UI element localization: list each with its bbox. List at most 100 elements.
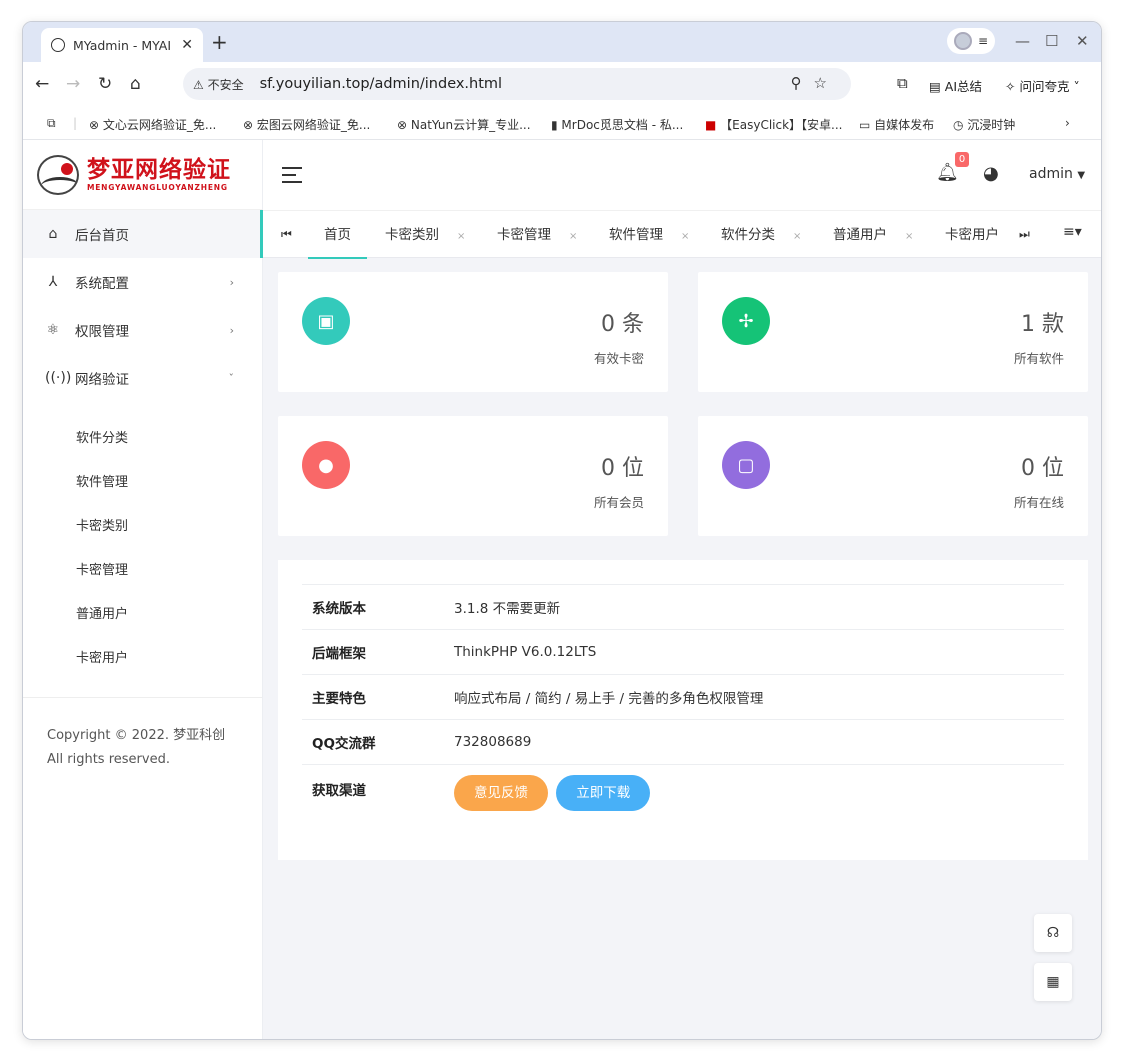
extensions-icon[interactable]: ⧉ (897, 74, 908, 92)
sidebar-subitem-label: 普通用户 (76, 606, 129, 622)
tab-close-icon[interactable]: × (681, 231, 689, 242)
ai-summary-button[interactable]: ▤ AI总结 (929, 76, 982, 95)
sidebar-item-network-verify[interactable]: ((·)) 网络验证 ˇ (23, 354, 262, 402)
info-key: QQ交流群 (312, 736, 376, 752)
new-tab-button[interactable]: + (211, 30, 228, 54)
qrcode-icon[interactable]: ▦ (1034, 963, 1072, 1001)
tab-home[interactable]: 首页 (308, 211, 367, 259)
copyright-text: Copyright © 2022. 梦亚科创 All rights reserv… (23, 697, 262, 772)
tab-software-category[interactable]: 软件分类 × (721, 211, 801, 259)
insecure-badge[interactable]: ⚠ 不安全 (193, 76, 244, 93)
tab-label: 卡密类别 (385, 227, 439, 243)
favicon-icon (51, 38, 65, 52)
stat-label: 所有软件 (1013, 351, 1064, 366)
tabs-menu-icon[interactable]: ≡▾ (1063, 224, 1082, 240)
stat-value: 0 条 (601, 312, 644, 337)
tools-icon: ⅄ (48, 274, 58, 290)
tab-label: 卡密管理 (497, 227, 551, 243)
ai-summary-label: AI总结 (944, 79, 983, 94)
url-text: sf.youyilian.top/admin/index.html (259, 76, 503, 92)
sidebar-subitem-software-category[interactable]: 软件分类 (23, 414, 262, 458)
info-value: 3.1.8 不需要更新 (454, 601, 561, 617)
bookmarks-bar: ⧉ | ⊗ 文心云网络验证_免... ⊗ 宏图云网络验证_免... ⊗ NatY… (23, 106, 1101, 140)
info-key: 获取渠道 (312, 783, 366, 799)
info-value: 732808689 (454, 734, 532, 750)
bookmark-item[interactable]: ■ 【EasyClick】【安卓... (705, 116, 843, 133)
headset-icon[interactable]: ☊ (1034, 914, 1072, 952)
sidebar-item-home[interactable]: ⌂ 后台首页 (23, 210, 263, 258)
tab-close-icon[interactable]: × (569, 231, 577, 242)
sidebar-subitem-card-category[interactable]: 卡密类别 (23, 502, 262, 546)
home-browser-icon[interactable]: ⌂ (130, 74, 141, 94)
feedback-button[interactable]: 意见反馈 (454, 775, 548, 811)
tab-search-icon[interactable]: ⧉ (47, 116, 56, 131)
sidebar-subitem-label: 卡密类别 (76, 518, 129, 534)
bookmark-label: 宏图云网络验证_免... (256, 118, 371, 132)
download-button[interactable]: 立即下载 (556, 775, 651, 811)
home-icon: ⌂ (48, 226, 58, 242)
tab-card-manage[interactable]: 卡密管理 × (497, 211, 577, 259)
username: admin (1029, 166, 1073, 182)
bookmark-label: 【EasyClick】【安卓... (720, 118, 843, 132)
signal-icon: ((·)) (45, 370, 72, 386)
bookmark-item[interactable]: ⊗ NatYun云计算_专业... (397, 116, 531, 133)
sidebar-item-label: 系统配置 (75, 276, 129, 292)
url-action-icons[interactable]: ⚲☆ (791, 74, 839, 92)
tab-normal-users[interactable]: 普通用户 × (833, 211, 913, 259)
channel-buttons: 意见反馈 立即下载 (454, 775, 654, 811)
tab-card-users[interactable]: 卡密用户 (945, 211, 999, 259)
info-key: 主要特色 (312, 691, 366, 707)
minimize-icon[interactable]: — (1015, 32, 1030, 50)
pinwheel-icon: ✢ (722, 297, 770, 345)
bookmark-item[interactable]: ◷ 沉浸时钟 (953, 116, 1015, 133)
sidebar-subitem-normal-users[interactable]: 普通用户 (23, 590, 262, 634)
info-value: ThinkPHP V6.0.12LTS (454, 644, 597, 660)
bookmarks-divider: | (73, 116, 78, 130)
info-key: 后端框架 (312, 646, 366, 662)
url-field[interactable]: ⚠ 不安全 sf.youyilian.top/admin/index.html … (183, 68, 851, 100)
tab-close-icon[interactable]: × (793, 231, 801, 242)
tab-close-icon[interactable]: × (457, 231, 465, 242)
permission-icon: ⚛ (46, 322, 60, 338)
tab-software-manage[interactable]: 软件管理 × (609, 211, 689, 259)
bookmark-item[interactable]: ▮ MrDoc觅思文档 - 私... (551, 116, 683, 133)
menu-lines-icon: ≡ (977, 34, 989, 48)
close-tab-icon[interactable]: ✕ (181, 37, 193, 53)
info-value: 响应式布局 / 简约 / 易上手 / 完善的多角色权限管理 (454, 691, 764, 707)
reload-icon[interactable]: ↻ (98, 74, 112, 94)
tab-card-category[interactable]: 卡密类别 × (385, 211, 465, 259)
user-menu[interactable]: admin ▼ (1029, 166, 1085, 182)
ask-button[interactable]: ✧ 问问夸克 ˅ (1005, 76, 1080, 95)
tab-close-icon[interactable]: × (905, 231, 913, 242)
avatar-icon (953, 32, 972, 50)
tabs-last-icon[interactable]: ⏭ (1019, 227, 1030, 242)
bookmark-label: 自媒体发布 (874, 118, 935, 132)
maximize-icon[interactable]: ☐ (1045, 32, 1058, 50)
bookmarks-more-icon[interactable]: › (1065, 116, 1070, 130)
browser-tab[interactable]: MYadmin - MYAI ✕ (41, 28, 203, 62)
sidebar-item-label: 权限管理 (75, 324, 129, 340)
site-logo[interactable]: 梦亚网络验证 MENGYAWANGLUOYANZHENG (23, 140, 262, 210)
stat-card-all-online: ▢ 0 位 所有在线 (698, 416, 1088, 536)
info-row: 获取渠道 意见反馈 立即下载 (302, 764, 1064, 818)
bookmark-folder[interactable]: ▭ 自媒体发布 (859, 116, 934, 133)
sidebar-subitem-card-manage[interactable]: 卡密管理 (23, 546, 262, 590)
palette-icon[interactable]: ◕ (983, 163, 999, 184)
admin-page: 梦亚网络验证 MENGYAWANGLUOYANZHENG ⌂ 后台首页 ⅄ 系统… (23, 140, 1101, 1039)
logo-emblem-icon (37, 154, 79, 195)
bookmark-item[interactable]: ⊗ 文心云网络验证_免... (89, 116, 216, 133)
close-window-icon[interactable]: ✕ (1076, 32, 1089, 50)
sidebar-subitem-software-manage[interactable]: 软件管理 (23, 458, 262, 502)
info-row: 主要特色 响应式布局 / 简约 / 易上手 / 完善的多角色权限管理 (302, 674, 1064, 719)
sidebar-subitem-card-users[interactable]: 卡密用户 (23, 634, 262, 678)
back-icon[interactable]: ← (35, 74, 49, 94)
sidebar-menu: ⌂ 后台首页 ⅄ 系统配置 › ⚛ 权限管理 › ((·)) 网络验证 ˇ 软件… (23, 210, 263, 678)
caret-down-icon: ▼ (1077, 170, 1086, 181)
forward-icon[interactable]: → (66, 74, 80, 94)
profile-button[interactable]: ≡ (947, 28, 995, 54)
sidebar-item-permissions[interactable]: ⚛ 权限管理 › (23, 306, 262, 354)
hamburger-menu-icon[interactable] (282, 167, 302, 183)
sidebar-item-system-config[interactable]: ⅄ 系统配置 › (23, 258, 262, 306)
bookmark-item[interactable]: ⊗ 宏图云网络验证_免... (243, 116, 370, 133)
tabs-first-icon[interactable]: ⏮ (281, 227, 292, 242)
